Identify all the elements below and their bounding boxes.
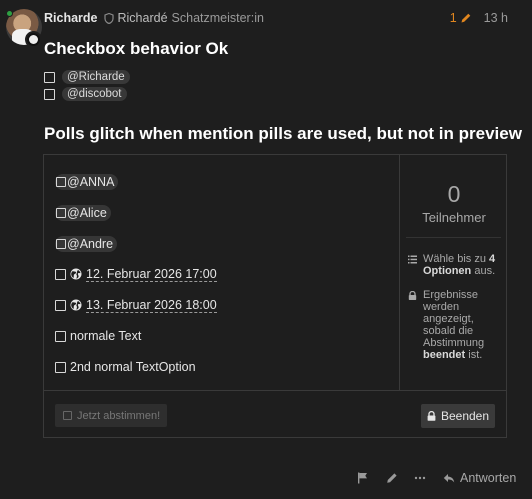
poll-option[interactable]: 13. Februar 2026 18:00 — [55, 296, 217, 314]
lock-icon — [427, 411, 436, 421]
date-option-label[interactable]: 13. Februar 2026 18:00 — [86, 298, 217, 313]
poll-option[interactable]: @Andre — [55, 235, 118, 253]
mention-pill[interactable]: @discobot — [62, 87, 127, 101]
divider — [406, 237, 501, 238]
info-text: Wähle bis zu — [423, 253, 490, 265]
avatar[interactable] — [6, 9, 42, 48]
close-poll-label: Beenden — [440, 409, 490, 423]
edit-icon — [387, 473, 397, 483]
checkbox[interactable] — [55, 330, 66, 342]
pencil-icon[interactable] — [460, 12, 472, 24]
voter-count: 0 — [447, 181, 461, 207]
checkbox[interactable] — [56, 177, 66, 187]
heading-checkbox-behavior: Checkbox behavior Ok — [44, 39, 229, 58]
poll-option[interactable]: @ANNA — [55, 173, 119, 191]
vote-button-label: Jetzt abstimmen! — [77, 409, 161, 422]
post-actions: Antworten — [0, 470, 532, 486]
poll-info-max: Wähle bis zu 4 Optionen aus. — [408, 253, 504, 277]
poll-option-label: normale Text — [70, 329, 142, 343]
poll-option-label: @ANNA — [67, 175, 115, 189]
user-status-badge — [25, 31, 42, 48]
mention-pill[interactable]: @Alice — [55, 205, 111, 221]
checkbox[interactable] — [55, 268, 66, 280]
info-text: ist. — [465, 349, 483, 361]
more-button[interactable] — [414, 470, 426, 486]
globe-icon — [70, 299, 82, 311]
reply-label: Antworten — [460, 471, 517, 485]
poll-option[interactable]: @Alice — [55, 204, 111, 222]
poll-option[interactable]: normale Text — [55, 327, 141, 345]
poll-option[interactable]: 12. Februar 2026 17:00 — [55, 265, 217, 283]
list-icon — [408, 255, 417, 264]
shield-icon — [103, 12, 114, 24]
username[interactable]: Richarde — [44, 11, 98, 25]
full-name[interactable]: Richardé — [118, 11, 168, 25]
checkbox[interactable] — [56, 239, 66, 249]
post-time[interactable]: 13 h — [484, 11, 508, 25]
list-item: @Richarde — [44, 69, 130, 85]
poll-options: @ANNA @Alice @Andre 12. Februar 2026 17:… — [44, 155, 399, 390]
online-indicator — [6, 10, 13, 17]
mention-pill[interactable]: @Andre — [55, 236, 118, 252]
poll-option-label: @Alice — [67, 206, 107, 220]
heading-polls-glitch: Polls glitch when mention pills are used… — [44, 124, 522, 143]
post-header: Richarde Richardé Schatzmeister:in 1 13 … — [44, 10, 508, 26]
poll-option[interactable]: 2nd normal TextOption — [55, 358, 196, 376]
checkbox[interactable] — [55, 361, 66, 373]
reply-button[interactable]: Antworten — [443, 470, 516, 486]
checkbox[interactable] — [44, 71, 55, 83]
lock-icon — [408, 291, 417, 300]
edit-count[interactable]: 1 — [450, 11, 457, 25]
reply-icon — [443, 474, 455, 483]
checkbox-icon — [63, 411, 72, 420]
info-text: aus. — [471, 265, 496, 277]
user-title: Schatzmeister:in — [171, 11, 264, 25]
poll-option-label: 2nd normal TextOption — [70, 360, 196, 374]
voter-label: Teilnehmer — [422, 210, 486, 225]
poll-footer: Jetzt abstimmen! Beenden — [44, 390, 506, 438]
edit-button[interactable] — [386, 470, 398, 486]
mention-pill[interactable]: @ANNA — [55, 174, 119, 190]
poll-info-results: Ergebnisse werden angezeigt, sobald die … — [408, 289, 504, 361]
checkbox[interactable] — [55, 299, 66, 311]
checkbox[interactable] — [56, 208, 66, 218]
more-icon — [414, 476, 426, 480]
poll: @ANNA @Alice @Andre 12. Februar 2026 17:… — [43, 154, 507, 438]
flag-button[interactable] — [357, 470, 369, 486]
mention-pill[interactable]: @Richarde — [62, 70, 130, 84]
date-option-label[interactable]: 12. Februar 2026 17:00 — [86, 267, 217, 282]
list-item: @discobot — [44, 86, 127, 102]
close-poll-button[interactable]: Beenden — [421, 404, 495, 428]
vote-button[interactable]: Jetzt abstimmen! — [55, 404, 167, 427]
info-text: Ergebnisse werden angezeigt, sobald die … — [423, 289, 485, 349]
checkbox[interactable] — [44, 88, 55, 100]
poll-option-label: @Andre — [67, 237, 114, 251]
info-bold: beendet — [423, 349, 466, 361]
poll-info: 0 Teilnehmer Wähle bis zu 4 Optionen aus… — [399, 155, 507, 390]
flag-icon — [358, 472, 367, 484]
globe-icon — [70, 268, 82, 280]
